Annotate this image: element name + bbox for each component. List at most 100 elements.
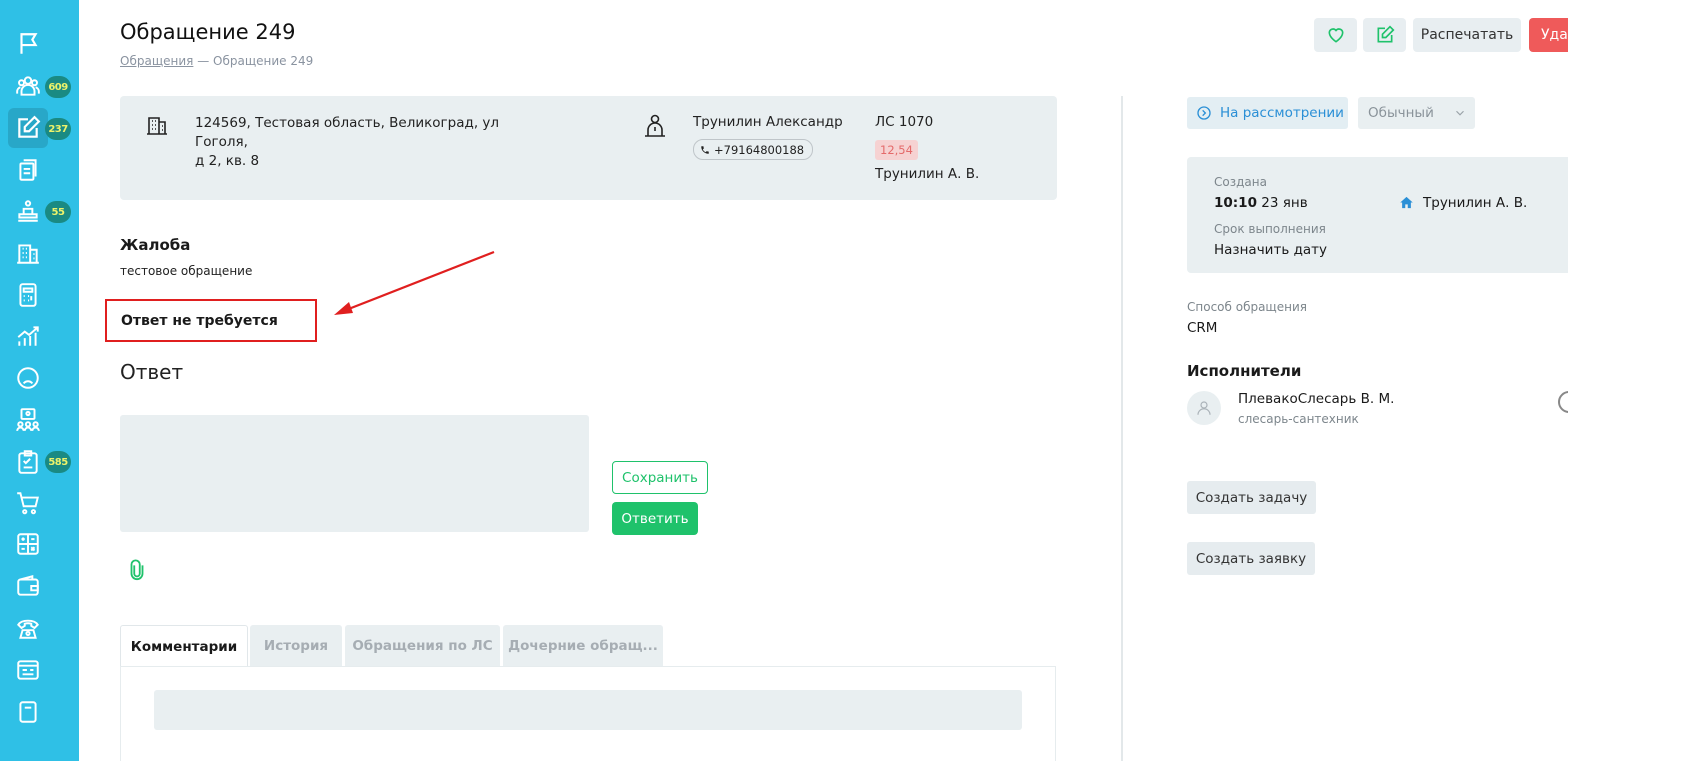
sad-face-icon [17,367,39,389]
nav-more[interactable] [8,692,48,732]
documents-icon [19,159,37,181]
executors-title: Исполнители [1187,362,1302,380]
priority-select[interactable]: Обычный [1358,97,1475,129]
browser-icon [17,660,39,680]
nav-analytics[interactable] [8,316,48,356]
calculator-icon [19,283,37,307]
page-title: Обращение 249 [120,20,296,44]
nav-portal[interactable] [8,650,48,690]
breadcrumb-separator: — [197,54,210,68]
building-icon [147,117,167,135]
delete-button[interactable]: Удал [1529,18,1568,52]
method-label: Способ обращения [1187,300,1307,314]
answer-heading: Ответ [120,360,184,384]
info-card: 124569, Тестовая область, Великоград, ул… [120,96,1057,200]
address-line-2: д 2, кв. 8 [195,153,260,169]
deadline-label: Срок выполнения [1214,222,1326,236]
calc-grid-icon [17,533,39,555]
address: 124569, Тестовая область, Великоград, ул… [195,114,535,171]
created-time: 10:10 [1214,195,1257,211]
tab-account-requests[interactable]: Обращения по ЛС [345,625,500,667]
tab-history[interactable]: История [250,625,342,667]
phone-number: +79164800188 [714,142,805,157]
nav-documents[interactable] [8,150,48,190]
method-value: CRM [1187,320,1218,336]
phone-pill[interactable]: +79164800188 [693,139,814,160]
executor-role: слесарь-сантехник [1238,412,1359,426]
outside-area [1568,0,1693,761]
breadcrumb-link[interactable]: Обращения [120,54,193,68]
meter-icon [18,200,38,222]
nav-shop[interactable] [8,483,48,523]
nav-wallet[interactable] [8,566,48,606]
created-date: 23 янв [1261,195,1308,211]
tab-child-requests[interactable]: Дочерние обращ... [503,625,663,667]
clock-icon [1197,106,1211,120]
browser-viewport: 609 237 55 585 Обращение 249 Обращения —… [0,0,1568,761]
status-dropdown[interactable]: На рассмотрении [1187,97,1348,129]
nav-tasks[interactable] [8,442,48,482]
nav-meters[interactable] [8,191,48,231]
badge-requests: 237 [45,118,71,140]
answer-input[interactable] [120,415,589,532]
address-line-1: 124569, Тестовая область, Великоград, ул… [195,115,500,150]
created-value: 10:10 23 янв [1214,195,1308,211]
paperclip-icon [130,559,144,580]
resident-name[interactable]: Трунилин Александр [693,114,843,130]
no-answer-label: Ответ не требуется [121,312,278,329]
balance-badge: 12,54 [875,140,918,160]
print-button[interactable]: Распечатать [1413,18,1521,52]
nav-accounting[interactable] [8,524,48,564]
nav-calls[interactable] [8,608,48,648]
phone-icon [701,145,709,154]
tab-comments[interactable]: Комментарии [120,625,248,667]
nav-team[interactable] [8,400,48,440]
column-divider [1121,96,1123,761]
home-icon [1400,196,1413,209]
checklist-icon [18,450,38,474]
breadcrumb: Обращения — Обращение 249 [120,54,313,68]
no-answer-highlight: Ответ не требуется [105,299,317,342]
reply-button[interactable]: Ответить [612,502,698,535]
status-label: На рассмотрении [1220,105,1344,121]
complaint-text: тестовое обращение [120,264,253,278]
create-task-button[interactable]: Создать задачу [1187,481,1316,514]
deadline-value[interactable]: Назначить дату [1214,242,1327,258]
account-owner: Трунилин А. В. [875,166,980,182]
nav-complaints[interactable] [8,358,48,398]
created-label: Создана [1214,175,1267,189]
edit-button[interactable] [1363,18,1406,52]
executor-remove-button[interactable] [1558,391,1568,413]
executor-name: ПлевакоСлесарь В. М. [1238,391,1395,407]
flag-icon [20,33,38,54]
badge-residents: 609 [45,76,71,98]
priority-label: Обычный [1368,105,1434,121]
heart-icon [1327,28,1344,43]
created-by: Трунилин А. В. [1423,195,1528,211]
cart-icon [17,492,39,515]
nav-calculator[interactable] [8,275,48,315]
nav-residents[interactable] [8,66,48,106]
avatar-icon [1197,401,1211,415]
create-request-button[interactable]: Создать заявку [1187,542,1315,575]
edit-icon [1377,25,1395,43]
save-button[interactable]: Сохранить [612,461,708,494]
nav-buildings[interactable] [8,233,48,273]
nav-requests[interactable] [8,108,48,148]
chart-icon [17,326,39,346]
nav-flag[interactable] [8,24,48,64]
document-icon [19,701,37,723]
complaint-title: Жалоба [120,236,191,254]
attach-button[interactable] [120,553,154,587]
wallet-icon [17,574,39,596]
meta-card: Создана 10:10 23 янв Трунилин А. В. Срок… [1187,157,1568,273]
comment-input[interactable] [154,690,1022,730]
app-root: 609 237 55 585 Обращение 249 Обращения —… [0,0,1693,761]
badge-tasks: 585 [45,451,71,473]
executor-avatar [1187,391,1221,425]
favorite-button[interactable] [1314,18,1357,52]
person-icon [645,114,665,137]
residents-icon [16,76,40,96]
account-number[interactable]: ЛС 1070 [875,114,933,130]
edit-document-icon [18,115,41,138]
